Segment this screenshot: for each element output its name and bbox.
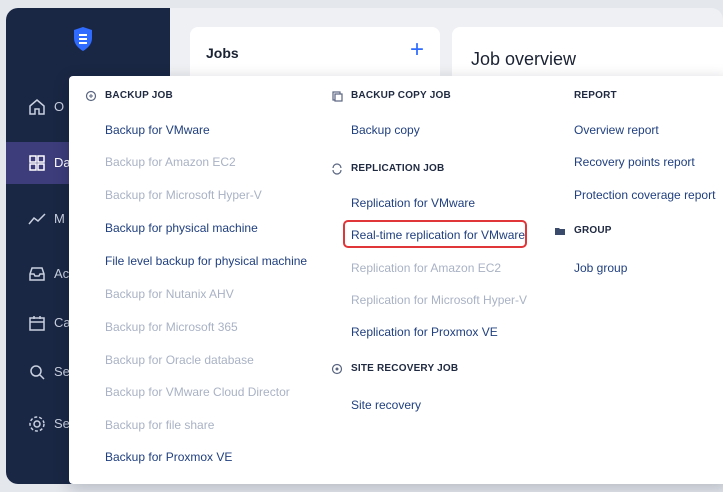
search-icon [30,365,45,380]
menu-item-replication-proxmox[interactable]: Replication for Proxmox VE [351,325,498,339]
backup-copy-job-header: BACKUP COPY JOB [351,90,451,101]
menu-item-file-backup-physical[interactable]: File level backup for physical machine [105,254,307,268]
menu-item-replication-amazon-ec2: Replication for Amazon EC2 [351,261,502,275]
add-job-menu: BACKUP JOB Backup for VMware Backup for … [69,76,723,484]
settings-icon [29,416,45,432]
menu-item-backup-nutanix: Backup for Nutanix AHV [105,287,234,301]
menu-item-backup-vcd: Backup for VMware Cloud Director [105,385,290,399]
sidebar-item-label: Se [54,364,70,379]
group-header: GROUP [574,225,612,236]
dashboard-icon [29,155,45,171]
calendar-icon [29,316,45,331]
sidebar-item-label: Se [54,416,70,431]
shield-logo-icon [74,27,92,51]
add-job-button[interactable]: + [405,38,429,63]
page-title: Job overview [471,49,577,69]
backup-job-header: BACKUP JOB [105,90,173,101]
menu-item-backup-proxmox[interactable]: Backup for Proxmox VE [105,450,232,464]
selection-highlight [343,220,527,248]
menu-item-backup-physical[interactable]: Backup for physical machine [105,221,258,235]
menu-item-backup-vmware[interactable]: Backup for VMware [105,123,210,137]
menu-item-backup-m365: Backup for Microsoft 365 [105,320,238,334]
sidebar-item-label: Ac [54,266,70,281]
backup-job-icon [85,90,97,102]
jobs-title: Jobs [206,45,239,61]
replication-job-header: REPLICATION JOB [351,163,445,174]
report-header: REPORT [574,90,617,101]
menu-item-backup-copy[interactable]: Backup copy [351,123,420,137]
site-recovery-job-header: SITE RECOVERY JOB [351,363,459,374]
sidebar-item-label: O [54,99,65,114]
inbox-icon [29,267,45,281]
menu-item-backup-file-share: Backup for file share [105,418,215,432]
menu-item-backup-hyperv: Backup for Microsoft Hyper-V [105,188,262,202]
menu-item-site-recovery[interactable]: Site recovery [351,398,421,412]
replication-job-icon [332,163,342,175]
monitor-chart-icon [28,213,46,225]
backup-copy-icon [332,91,343,102]
sidebar-item-label: M [54,211,65,226]
menu-item-backup-amazon-ec2: Backup for Amazon EC2 [105,155,236,169]
menu-item-recovery-points-report[interactable]: Recovery points report [574,155,695,169]
home-icon [29,99,45,115]
site-recovery-icon [331,363,343,375]
menu-item-replication-vmware[interactable]: Replication for VMware [351,196,475,210]
folder-icon [555,228,565,235]
menu-item-job-group[interactable]: Job group [574,261,627,275]
menu-item-backup-oracle: Backup for Oracle database [105,353,254,367]
menu-item-overview-report[interactable]: Overview report [574,123,659,137]
menu-item-protection-coverage-report[interactable]: Protection coverage report [574,188,715,202]
menu-item-replication-hyperv: Replication for Microsoft Hyper-V [351,293,528,307]
